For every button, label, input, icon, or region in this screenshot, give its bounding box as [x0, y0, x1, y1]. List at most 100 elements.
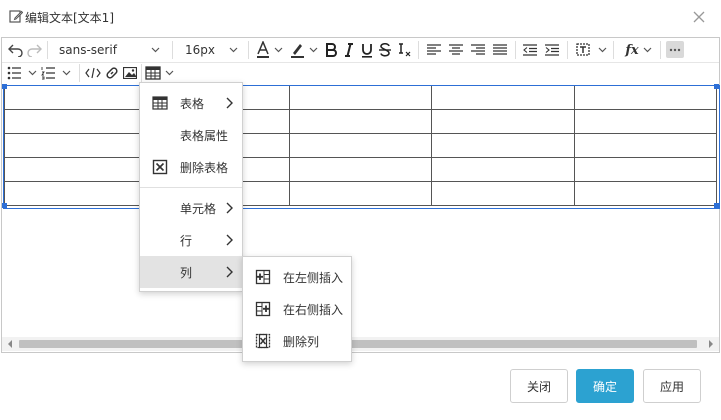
table-cell[interactable]: [573, 157, 718, 182]
menu-item-table[interactable]: 表格: [140, 87, 242, 119]
table-cell[interactable]: [431, 181, 575, 206]
italic-icon[interactable]: [341, 40, 357, 60]
table-cell[interactable]: [573, 109, 718, 134]
table-row: [3, 109, 718, 134]
table-icon: [152, 96, 168, 110]
table-cell[interactable]: [431, 109, 575, 134]
menu-item-table-properties[interactable]: 表格属性: [140, 119, 242, 151]
numbered-list-icon[interactable]: [41, 63, 75, 83]
chevron-down-icon: [229, 47, 238, 53]
menu-item-label: 表格: [180, 96, 205, 111]
link-icon[interactable]: [103, 63, 121, 83]
chevron-right-icon: [226, 97, 233, 109]
font-color-icon[interactable]: [255, 40, 285, 60]
edit-icon: [9, 9, 24, 23]
toolbar-separator: [418, 41, 419, 59]
content-table[interactable]: [3, 85, 718, 206]
menu-item-delete-table[interactable]: 删除表格: [140, 151, 242, 183]
menu-item-label: 行: [180, 233, 193, 248]
scroll-left-icon[interactable]: [6, 340, 14, 348]
menu-item-cell[interactable]: 单元格: [140, 192, 242, 224]
formula-icon[interactable]: fx: [619, 40, 655, 60]
table-cell[interactable]: [3, 133, 148, 158]
toolbar-separator: [515, 41, 516, 59]
table-cell[interactable]: [288, 133, 433, 158]
apply-button[interactable]: 应用: [643, 369, 701, 403]
image-icon[interactable]: [121, 63, 139, 83]
scrollbar-thumb[interactable]: [19, 340, 697, 348]
menu-item-insert-column-left[interactable]: 在左侧插入: [243, 261, 351, 293]
toolbar-separator: [248, 41, 249, 59]
dialog-titlebar: 编辑文本[文本1]: [0, 0, 721, 34]
dialog-title: 编辑文本[文本1]: [25, 11, 114, 25]
chevron-right-icon: [226, 234, 233, 246]
redo-icon[interactable]: [25, 40, 43, 60]
table-cell[interactable]: [3, 85, 148, 110]
table-row: [3, 85, 718, 110]
toolbar-separator: [141, 64, 142, 82]
text-box-icon[interactable]: [575, 40, 611, 60]
outdent-icon[interactable]: [521, 40, 539, 60]
table-cell[interactable]: [431, 157, 575, 182]
undo-icon[interactable]: [7, 40, 25, 60]
table-cell[interactable]: [3, 109, 148, 134]
table-cell[interactable]: [3, 181, 148, 206]
menu-item-row[interactable]: 行: [140, 224, 242, 256]
scroll-right-icon[interactable]: [707, 340, 715, 348]
bold-icon[interactable]: [323, 40, 339, 60]
align-right-icon[interactable]: [469, 40, 487, 60]
table-cell[interactable]: [573, 181, 718, 206]
menu-item-label: 删除表格: [180, 160, 229, 175]
align-justify-icon[interactable]: [491, 40, 509, 60]
column-submenu: 在左侧插入 在右侧插入 删除列: [242, 256, 352, 362]
horizontal-scrollbar[interactable]: [2, 337, 719, 351]
table-cell[interactable]: [573, 133, 718, 158]
font-family-select[interactable]: sans-serif: [59, 40, 163, 60]
underline-icon[interactable]: [359, 40, 375, 60]
ok-button[interactable]: 确定: [576, 369, 634, 403]
menu-item-column[interactable]: 列: [140, 256, 242, 288]
table-cell[interactable]: [431, 85, 575, 110]
align-center-icon[interactable]: [447, 40, 465, 60]
chevron-down-icon: [151, 47, 160, 53]
clear-format-icon[interactable]: [397, 40, 413, 60]
resize-handle[interactable]: [2, 203, 7, 208]
strikethrough-icon[interactable]: [377, 40, 393, 60]
highlight-color-icon[interactable]: [289, 40, 321, 60]
table-cell[interactable]: [288, 157, 433, 182]
rich-text-editor: sans-serif 16px fx: [1, 37, 720, 353]
table-cell[interactable]: [288, 85, 433, 110]
source-code-icon[interactable]: [84, 63, 102, 83]
close-button[interactable]: 关闭: [510, 369, 568, 403]
table-cell[interactable]: [3, 157, 148, 182]
menu-separator: [140, 187, 242, 188]
table-cell[interactable]: [573, 85, 718, 110]
menu-item-label: 列: [180, 265, 193, 280]
table-cell[interactable]: [431, 133, 575, 158]
table-insert-icon[interactable]: [144, 63, 180, 83]
table-dropdown-menu: 表格 表格属性 删除表格 单元格 行 列: [139, 82, 243, 292]
align-left-icon[interactable]: [425, 40, 443, 60]
font-size-value: 16px: [185, 43, 215, 57]
close-icon[interactable]: [692, 10, 706, 24]
resize-handle[interactable]: [2, 84, 7, 89]
toolbar-separator: [567, 41, 568, 59]
menu-item-delete-column[interactable]: 删除列: [243, 325, 351, 357]
toolbar-separator: [79, 64, 80, 82]
indent-icon[interactable]: [543, 40, 561, 60]
table-cell[interactable]: [288, 109, 433, 134]
editor-content[interactable]: [2, 84, 720, 336]
more-icon[interactable]: [666, 41, 684, 58]
menu-item-insert-column-right[interactable]: 在右侧插入: [243, 293, 351, 325]
menu-item-label: 表格属性: [180, 128, 229, 143]
table-row: [3, 133, 718, 158]
delete-table-icon: [152, 159, 168, 175]
resize-handle[interactable]: [714, 203, 719, 208]
font-size-select[interactable]: 16px: [185, 40, 241, 60]
menu-item-label: 在右侧插入: [283, 302, 344, 317]
delete-column-icon: [255, 333, 271, 349]
bullet-list-icon[interactable]: [7, 63, 41, 83]
table-cell[interactable]: [288, 181, 433, 206]
resize-handle[interactable]: [714, 84, 719, 89]
table-row: [3, 181, 718, 206]
